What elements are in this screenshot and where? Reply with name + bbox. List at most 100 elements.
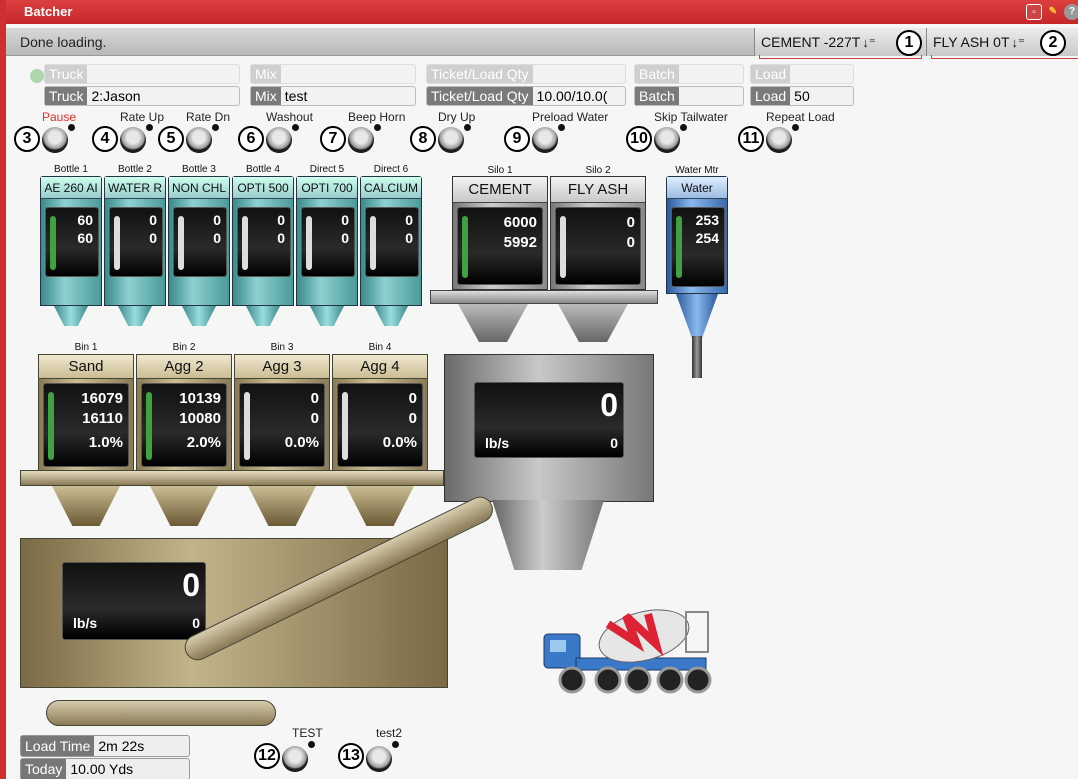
indicator-icon [308, 741, 315, 748]
control-knob[interactable] [120, 127, 146, 153]
bottle-name: OPTI 500 [233, 177, 293, 199]
control-label: Repeat Load [766, 110, 835, 124]
load-field[interactable]: Load 50 [750, 86, 854, 106]
actual-value: 60 [77, 230, 93, 246]
level-bar [178, 216, 184, 270]
actual-value: 0 [310, 410, 319, 427]
target-value: 60 [77, 212, 93, 228]
bottle-display: 00 [365, 207, 419, 277]
ticket-field-ghost: Ticket/Load Qty [426, 64, 626, 84]
callout-11: 11 [738, 126, 764, 152]
test-button[interactable] [366, 746, 392, 772]
bottle-tank[interactable]: CALCIUM 0 0 [360, 176, 422, 306]
silo-label: Silo 1 [487, 165, 513, 176]
level-bar [114, 216, 120, 270]
moisture-pct: 0.0% [382, 434, 417, 451]
bottle-name: CALCIUM [361, 177, 421, 199]
silo-tank[interactable]: FLY ASH 0 0 [550, 176, 646, 290]
control-label: Washout [266, 110, 313, 124]
sort-icon: ↓⁼ [862, 35, 876, 50]
indicator-icon [212, 124, 219, 131]
bin-hopper [52, 486, 120, 526]
control-knob[interactable] [348, 127, 374, 153]
water-meter-label: Water Mtr [675, 165, 719, 176]
bottle-label: Bottle 4 [246, 164, 280, 175]
silo-tank[interactable]: CEMENT 6000 5992 [452, 176, 548, 290]
mix-field[interactable]: Mix test [250, 86, 416, 106]
bottle-display: 00 [301, 207, 355, 277]
aggregate-bin[interactable]: Agg 3 0 0 0.0% [234, 354, 330, 472]
target-value: 0 [626, 214, 635, 231]
silo-display: 6000 5992 [457, 207, 543, 285]
bottle-tank[interactable]: AE 260 AI 60 60 [40, 176, 102, 306]
level-bar [560, 216, 566, 278]
bottle-nozzle [182, 306, 216, 326]
cement-scale-display: 0 lb/s 0 [474, 382, 624, 458]
callout-9: 9 [504, 126, 530, 152]
indicator-icon [374, 124, 381, 131]
ticket-load-qty-field[interactable]: Ticket/Load Qty 10.00/10.0( [426, 86, 626, 106]
test-button[interactable] [282, 746, 308, 772]
aggregate-bin[interactable]: Agg 2 10139 10080 2.0% [136, 354, 232, 472]
restore-icon[interactable]: ▫ [1026, 4, 1042, 20]
bin-hopper [150, 486, 218, 526]
batch-field[interactable]: Batch [634, 86, 744, 106]
pin-icon[interactable]: ✎ [1045, 4, 1061, 20]
bottle-label: Direct 6 [373, 164, 409, 175]
control-knob[interactable] [654, 127, 680, 153]
bin-hopper [248, 486, 316, 526]
bottle-tank[interactable]: WATER R00 [104, 176, 166, 306]
level-bar [676, 216, 682, 278]
control-knob[interactable] [766, 127, 792, 153]
control-knob[interactable] [42, 127, 68, 153]
actual-value: 0 [213, 230, 221, 246]
control-label: Pause [42, 110, 77, 124]
conveyor-belt [46, 700, 276, 726]
callout-12: 12 [254, 743, 280, 769]
level-bar [146, 392, 152, 460]
actual-value: 0 [149, 230, 157, 246]
status-message: Done loading. [20, 34, 107, 50]
help-icon[interactable]: ? [1064, 4, 1078, 20]
control-knob[interactable] [186, 127, 212, 153]
bottle-name: NON CHL [169, 177, 229, 199]
level-bar [48, 392, 54, 460]
water-tank[interactable]: Water 253 254 [666, 176, 728, 294]
title-bar: Batcher ▫ ✎ ? [6, 0, 1078, 24]
agg-rate-label: lb/s [73, 615, 98, 631]
cement-hopper-cone [492, 500, 604, 570]
cement-rate-value: 0 [610, 435, 618, 451]
silo-label: Silo 2 [585, 165, 611, 176]
indicator-icon [68, 124, 75, 131]
actual-value: 0 [277, 230, 285, 246]
control-label: Beep Horn [348, 110, 406, 124]
control-label: Rate Up [120, 110, 165, 124]
batch-field-ghost: Batch [634, 64, 744, 84]
actual-value: 0 [408, 410, 417, 427]
bottle-tank[interactable]: OPTI 500 0 0 [232, 176, 294, 306]
control-knob[interactable] [266, 127, 292, 153]
control-label: Rate Dn [186, 110, 231, 124]
bottle-tank[interactable]: OPTI 700 0 0 [296, 176, 358, 306]
level-bar [242, 216, 248, 270]
bottle-tank[interactable]: NON CHL 0 0 [168, 176, 230, 306]
control-knob[interactable] [438, 127, 464, 153]
target-value: 0 [213, 212, 221, 228]
control-knob[interactable] [532, 127, 558, 153]
bottle-nozzle [310, 306, 344, 326]
truck-field[interactable]: Truck 2:Jason [44, 86, 240, 106]
test-label: test2 [376, 726, 403, 740]
water-name: Water [667, 177, 727, 199]
bin-frame [20, 470, 444, 486]
indicator-icon [792, 124, 799, 131]
bottle-name: WATER R [105, 177, 165, 199]
test-label: TEST [292, 726, 323, 740]
aggregate-bin[interactable]: Sand 16079 16110 1.0% [38, 354, 134, 472]
target-value: 0 [408, 390, 417, 407]
aggregate-bin[interactable]: Agg 4 0 0 0.0% [332, 354, 428, 472]
bin-hopper [346, 486, 414, 526]
bin-display: 16079 16110 1.0% [43, 383, 129, 467]
indicator-icon [680, 124, 687, 131]
bottle-name: OPTI 700 [297, 177, 357, 199]
control-label: Preload Water [532, 110, 609, 124]
